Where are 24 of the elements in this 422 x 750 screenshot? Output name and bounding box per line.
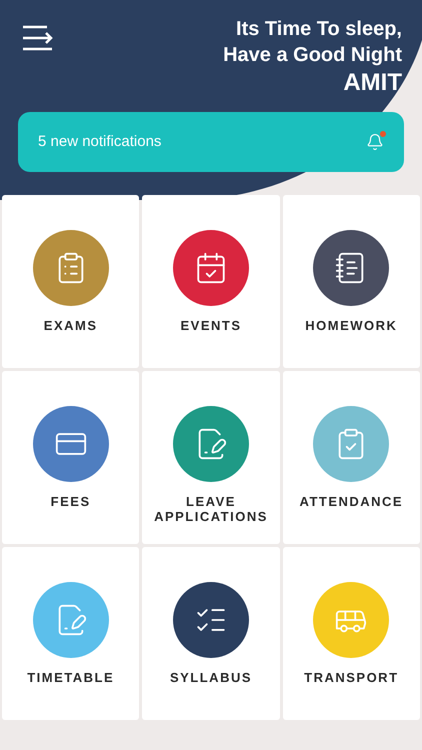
tile-label: TIMETABLE: [26, 670, 116, 685]
tile-label: EVENTS: [179, 318, 242, 333]
tile-label: LEAVE APPLICATIONS: [153, 494, 269, 524]
tile-label: FEES: [50, 494, 92, 509]
menu-tile[interactable]: FEES: [2, 371, 140, 544]
menu-icon: [22, 24, 54, 52]
tile-label: ATTENDANCE: [298, 494, 404, 509]
menu-tile[interactable]: HOMEWORK: [282, 195, 420, 368]
tile-label: TRANSPORT: [303, 670, 400, 685]
menu-tile[interactable]: EVENTS: [142, 195, 280, 368]
menu-tile[interactable]: TIMETABLE: [2, 547, 140, 720]
bell-icon[interactable]: [366, 133, 384, 151]
tile-label: HOMEWORK: [304, 318, 398, 333]
menu-tile[interactable]: ATTENDANCE: [282, 371, 420, 544]
menu-tile[interactable]: SYLLABUS: [142, 547, 280, 720]
greeting-text: Its Time To sleep,: [236, 17, 402, 42]
menu-tile[interactable]: LEAVE APPLICATIONS: [142, 371, 280, 544]
greeting-text: Have a Good Night: [223, 43, 402, 68]
menu-tile[interactable]: TRANSPORT: [282, 547, 420, 720]
notifications-text: 5 new notifications: [38, 132, 162, 152]
tile-label: SYLLABUS: [168, 670, 254, 685]
tile-label: EXAMS: [42, 318, 99, 333]
user-name: AMIT: [343, 68, 402, 98]
menu-tile[interactable]: EXAMS: [2, 195, 140, 368]
